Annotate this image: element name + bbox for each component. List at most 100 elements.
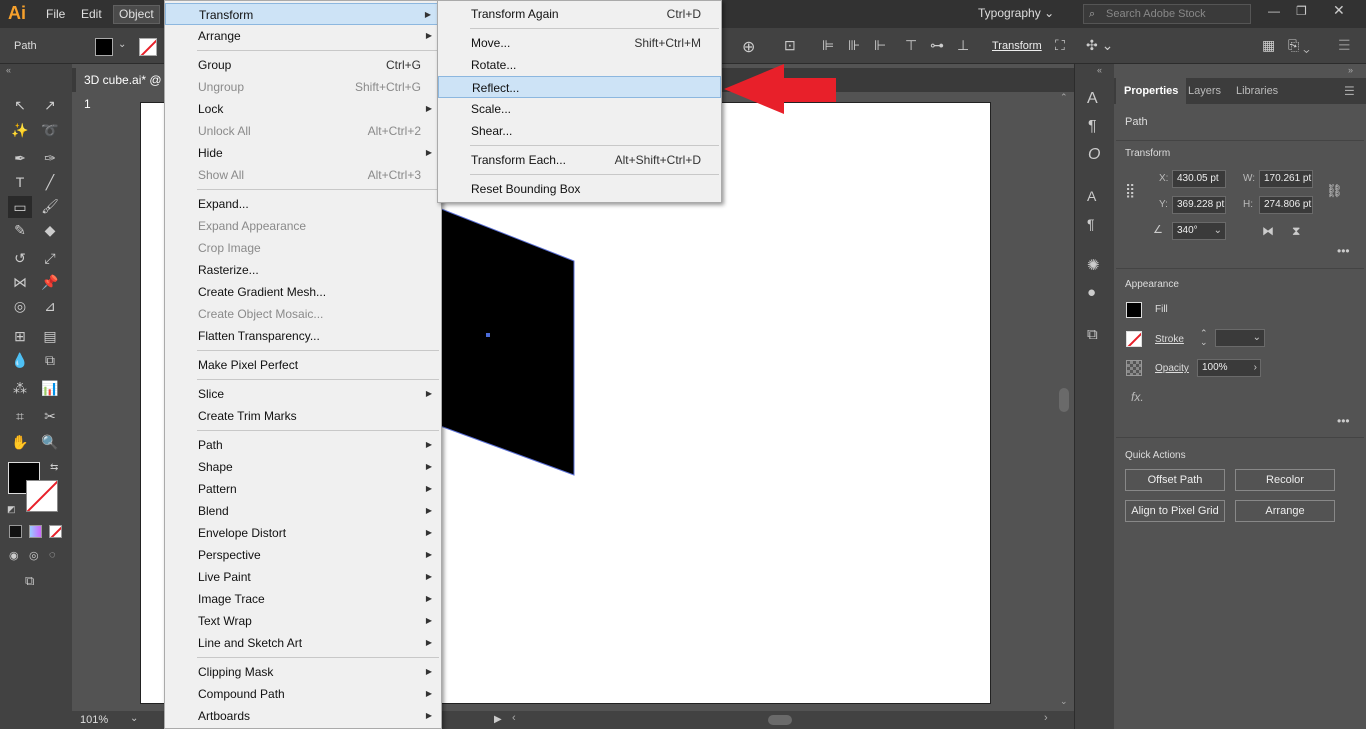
w-field[interactable]: 170.261 pt bbox=[1259, 170, 1313, 188]
puppet-warp-icon[interactable]: 📌 bbox=[40, 272, 60, 292]
character-styles-icon[interactable]: A bbox=[1087, 188, 1096, 204]
workspace-switcher[interactable]: Typography ⌄ bbox=[978, 6, 1054, 20]
menu-item-compound-path[interactable]: Compound Path ▶ bbox=[165, 683, 441, 705]
none-mode-icon[interactable] bbox=[49, 525, 62, 538]
menu-item-reset-bounding-box[interactable]: Reset Bounding Box bbox=[438, 178, 721, 200]
width-tool-icon[interactable]: ⋈ bbox=[10, 272, 30, 292]
artboard-tool-icon[interactable]: ⌗ bbox=[10, 406, 30, 426]
selection-tool-icon[interactable]: ↖ bbox=[10, 95, 30, 115]
menu-item-artboards[interactable]: Artboards ▶ bbox=[165, 705, 441, 727]
menu-item-lock[interactable]: Lock ▶ bbox=[165, 98, 441, 120]
offset-path-button[interactable]: Offset Path bbox=[1125, 469, 1225, 491]
menu-file[interactable]: File bbox=[41, 5, 70, 24]
hscroll-thumb[interactable] bbox=[768, 715, 792, 725]
menu-item-create-gradient-mesh[interactable]: Create Gradient Mesh... bbox=[165, 281, 441, 303]
play-icon[interactable]: ▶ bbox=[494, 714, 502, 725]
chevron-down-icon[interactable]: ⌄ bbox=[118, 39, 126, 50]
curvature-tool-icon[interactable]: ✑ bbox=[40, 148, 60, 168]
y-field[interactable]: 369.228 pt bbox=[1172, 196, 1226, 214]
close-button[interactable]: ✕ bbox=[1333, 2, 1345, 19]
menu-item-shape[interactable]: Shape ▶ bbox=[165, 456, 441, 478]
menu-item-group[interactable]: Group Ctrl+G bbox=[165, 54, 441, 76]
menu-item-transform[interactable]: Transform ▶ bbox=[165, 3, 441, 25]
menu-object[interactable]: Object bbox=[113, 5, 160, 24]
lasso-icon[interactable]: ➰ bbox=[40, 120, 60, 140]
tab-properties[interactable]: Properties bbox=[1116, 78, 1187, 104]
align-right-icon[interactable]: ⊩ bbox=[874, 37, 886, 54]
menu-item-reflect[interactable]: Reflect... bbox=[438, 76, 721, 98]
puppet-icon[interactable]: ✣ ⌄ bbox=[1086, 37, 1113, 54]
recolor-button[interactable]: Recolor bbox=[1235, 469, 1335, 491]
reference-point-icon[interactable]: ⣿ bbox=[1125, 182, 1135, 199]
menu-item-live-paint[interactable]: Live Paint ▶ bbox=[165, 566, 441, 588]
more-options-icon[interactable]: ••• bbox=[1337, 414, 1350, 428]
opacity-field[interactable]: 100% › bbox=[1197, 359, 1261, 377]
color-mode-icon[interactable] bbox=[9, 525, 22, 538]
layers-icon[interactable]: ⧉ bbox=[1087, 326, 1098, 343]
blend-tool-icon[interactable]: ⧉ bbox=[40, 350, 60, 370]
scale-tool-icon[interactable]: ⤢ bbox=[40, 248, 60, 268]
hand-tool-icon[interactable]: ✋ bbox=[10, 432, 30, 452]
menu-item-hide[interactable]: Hide ▶ bbox=[165, 142, 441, 164]
menu-item-pattern[interactable]: Pattern ▶ bbox=[165, 478, 441, 500]
align-vcenter-icon[interactable]: ⊶ bbox=[930, 37, 944, 54]
fx-button[interactable]: fx. bbox=[1131, 390, 1144, 404]
stroke-color-box[interactable] bbox=[26, 480, 58, 512]
mesh-tool-icon[interactable]: ⊞ bbox=[10, 326, 30, 346]
arrange-docs-icon[interactable]: ▦ bbox=[1262, 37, 1275, 54]
rotate-tool-icon[interactable]: ↺ bbox=[10, 248, 30, 268]
menu-item-expand[interactable]: Expand... bbox=[165, 193, 441, 215]
appearance-panel-icon[interactable]: ✺ bbox=[1087, 256, 1100, 274]
eraser-icon[interactable]: ◆ bbox=[40, 220, 60, 240]
scroll-left-icon[interactable]: ‹ bbox=[512, 712, 516, 724]
paragraph-panel-icon[interactable]: ¶ bbox=[1088, 118, 1097, 136]
symbol-sprayer-icon[interactable]: ⁂ bbox=[10, 378, 30, 398]
align-top-icon[interactable]: ⊤ bbox=[905, 37, 917, 54]
menu-item-envelope-distort[interactable]: Envelope Distort ▶ bbox=[165, 522, 441, 544]
character-panel-icon[interactable]: A bbox=[1087, 90, 1098, 108]
menu-item-perspective[interactable]: Perspective ▶ bbox=[165, 544, 441, 566]
panel-menu-icon[interactable]: ☰ bbox=[1344, 84, 1355, 98]
document-tab[interactable]: 3D cube.ai* @ 1 bbox=[76, 68, 166, 111]
isolate-icon[interactable]: ⛶ bbox=[1055, 37, 1065, 54]
stroke-stepper[interactable]: ⌃ ⌄ bbox=[1200, 329, 1208, 347]
minimize-button[interactable]: — bbox=[1268, 4, 1280, 18]
column-graph-icon[interactable]: 📊 bbox=[40, 378, 60, 398]
arrange-button[interactable]: Arrange bbox=[1235, 500, 1335, 522]
graphic-styles-icon[interactable]: ● bbox=[1087, 284, 1096, 301]
menu-item-shear[interactable]: Shear... bbox=[438, 120, 721, 142]
magic-wand-icon[interactable]: ✨ bbox=[10, 120, 30, 140]
screen-mode-icon[interactable]: ⧉ bbox=[25, 573, 34, 589]
stock-search[interactable]: ⌕ Search Adobe Stock bbox=[1083, 4, 1251, 24]
tab-libraries[interactable]: Libraries bbox=[1228, 78, 1286, 104]
draw-inside-icon[interactable]: ◌ bbox=[49, 549, 56, 561]
menu-item-create-trim-marks[interactable]: Create Trim Marks bbox=[165, 405, 441, 427]
swap-colors-icon[interactable]: ⇆ bbox=[50, 462, 58, 473]
globe-icon[interactable]: ⊕ bbox=[742, 37, 755, 57]
align-left-icon[interactable]: ⊫ bbox=[822, 37, 834, 54]
angle-field[interactable]: 340° ⌄ bbox=[1172, 222, 1226, 240]
menu-item-scale[interactable]: Scale... bbox=[438, 98, 721, 120]
align-bottom-icon[interactable]: ⊥ bbox=[957, 37, 969, 54]
zoom-tool-icon[interactable]: 🔍 bbox=[40, 432, 60, 452]
default-colors-icon[interactable]: ◩ bbox=[7, 504, 16, 515]
paragraph-styles-icon[interactable]: ¶ bbox=[1087, 216, 1095, 232]
fill-swatch[interactable] bbox=[1126, 302, 1142, 318]
stroke-swatch[interactable] bbox=[139, 38, 157, 56]
draw-normal-icon[interactable]: ◉ bbox=[9, 549, 19, 562]
paintbrush-icon[interactable]: 🖌 bbox=[40, 196, 60, 216]
shape-builder-icon[interactable]: ◎ bbox=[10, 296, 30, 316]
flip-vertical-icon[interactable]: ⧗ bbox=[1292, 224, 1300, 239]
rectangle-tool-icon[interactable]: ▭ bbox=[8, 196, 32, 218]
scroll-thumb[interactable] bbox=[1059, 388, 1069, 412]
menu-item-make-pixel-perfect[interactable]: Make Pixel Perfect bbox=[165, 354, 441, 376]
chevron-down-icon[interactable]: ⌄ bbox=[130, 713, 138, 724]
draw-behind-icon[interactable]: ◎ bbox=[29, 549, 39, 562]
gradient-mode-icon[interactable] bbox=[29, 525, 42, 538]
menu-edit[interactable]: Edit bbox=[76, 5, 107, 24]
type-tool-icon[interactable]: T bbox=[10, 172, 30, 192]
pen-tool-icon[interactable]: ✒ bbox=[10, 148, 30, 168]
eyedropper-icon[interactable]: 💧 bbox=[10, 350, 30, 370]
opentype-panel-icon[interactable]: O bbox=[1088, 146, 1100, 164]
perspective-grid-icon[interactable]: ⊿ bbox=[40, 296, 60, 316]
